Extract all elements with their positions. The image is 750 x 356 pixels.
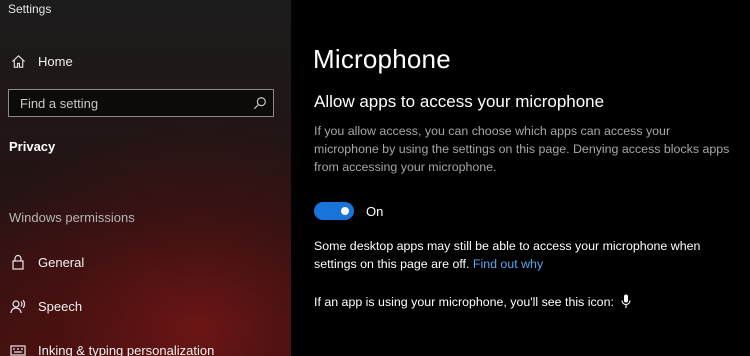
toggle-state-label: On bbox=[366, 204, 384, 219]
sidebar-item-label: Home bbox=[38, 53, 73, 69]
section-title-privacy: Privacy bbox=[9, 139, 56, 154]
search-input[interactable] bbox=[9, 94, 252, 112]
inking-icon bbox=[10, 342, 26, 356]
section-heading: Allow apps to access your microphone bbox=[314, 92, 605, 111]
toggle-knob bbox=[341, 207, 349, 215]
sidebar-item-label: General bbox=[38, 254, 85, 270]
home-icon bbox=[10, 53, 26, 69]
main-content: Microphone Allow apps to access your mic… bbox=[291, 0, 750, 356]
description-text: If you allow access, you can choose whic… bbox=[314, 124, 730, 174]
app-title: Settings bbox=[8, 2, 52, 16]
sidebar-item-inking-typing[interactable]: Inking & typing personalization bbox=[0, 332, 291, 356]
sidebar-item-general[interactable]: General bbox=[0, 244, 291, 280]
sidebar-item-home[interactable]: Home bbox=[0, 43, 291, 79]
speech-icon bbox=[10, 298, 26, 314]
search-icon[interactable] bbox=[253, 96, 267, 110]
sidebar-item-speech[interactable]: Speech bbox=[0, 288, 291, 324]
group-label-windows-permissions: Windows permissions bbox=[9, 210, 135, 225]
search-field[interactable] bbox=[8, 89, 274, 117]
page-title: Microphone bbox=[313, 44, 451, 74]
lock-icon bbox=[10, 254, 26, 270]
sidebar: Settings Home Privacy Windows permission… bbox=[0, 0, 291, 356]
sidebar-item-label: Inking & typing personalization bbox=[38, 342, 215, 356]
icon-note-text: If an app is using your microphone, you'… bbox=[314, 294, 614, 309]
settings-window: Settings Home Privacy Windows permission… bbox=[0, 0, 750, 356]
find-out-why-link[interactable]: Find out why bbox=[473, 257, 543, 271]
sidebar-item-label: Speech bbox=[38, 298, 83, 314]
icon-note: If an app is using your microphone, you'… bbox=[314, 294, 631, 309]
microphone-icon bbox=[621, 294, 631, 308]
desktop-apps-note: Some desktop apps may still be able to a… bbox=[314, 237, 744, 273]
microphone-access-toggle[interactable] bbox=[314, 202, 354, 220]
